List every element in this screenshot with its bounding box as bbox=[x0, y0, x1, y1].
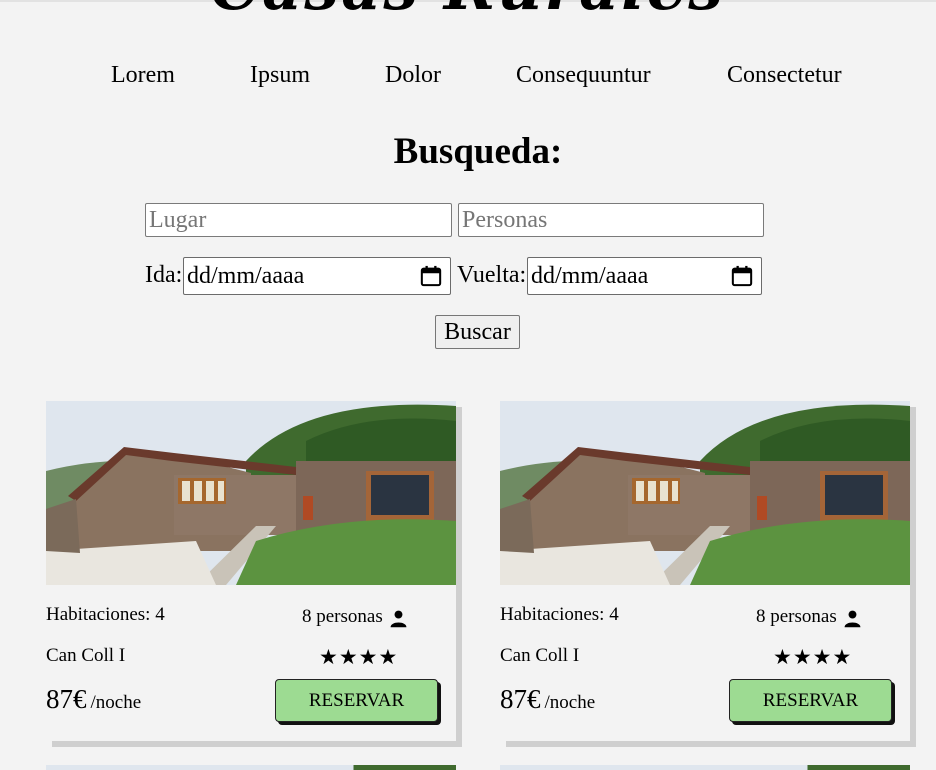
listing-photo[interactable] bbox=[500, 401, 910, 585]
listing-card-partial[interactable] bbox=[500, 765, 910, 770]
person-icon bbox=[390, 610, 407, 628]
price-unit: /noche bbox=[90, 692, 142, 713]
search-button[interactable]: Buscar bbox=[435, 315, 520, 349]
listing-card-partial[interactable] bbox=[46, 765, 456, 770]
nav-item-consectetur[interactable]: Consectetur bbox=[727, 62, 842, 89]
checkin-label: Ida: bbox=[145, 262, 183, 288]
checkin-date-value: dd/mm/aaaa bbox=[187, 263, 305, 289]
rating-stars: ★★★★ bbox=[773, 645, 853, 669]
rating-stars: ★★★★ bbox=[319, 645, 399, 669]
listing-name: Can Coll I bbox=[46, 645, 126, 666]
nav-item-lorem[interactable]: Lorem bbox=[111, 62, 175, 89]
person-icon bbox=[844, 610, 861, 628]
people-input[interactable] bbox=[458, 203, 764, 237]
price-amount: 87€ bbox=[46, 684, 87, 714]
listing-name: Can Coll I bbox=[500, 645, 580, 666]
main-nav: Lorem Ipsum Dolor Consequuntur Consectet… bbox=[0, 62, 936, 92]
rooms-count: Habitaciones: 4 bbox=[500, 604, 619, 625]
listing-price: 87€ /noche bbox=[500, 684, 595, 715]
rooms-count: Habitaciones: 4 bbox=[46, 604, 165, 625]
listing-photo[interactable] bbox=[46, 401, 456, 585]
checkout-label: Vuelta: bbox=[457, 262, 527, 288]
checkout-date-value: dd/mm/aaaa bbox=[531, 263, 649, 289]
nav-item-dolor[interactable]: Dolor bbox=[385, 62, 441, 89]
reserve-button[interactable]: RESERVAR bbox=[729, 679, 892, 722]
site-logo[interactable]: Casas Rurales bbox=[0, 0, 936, 19]
reserve-button[interactable]: RESERVAR bbox=[275, 679, 438, 722]
place-input[interactable] bbox=[145, 203, 452, 237]
price-unit: /noche bbox=[544, 692, 596, 713]
calendar-icon[interactable] bbox=[731, 265, 753, 287]
listing-card: Habitaciones: 4 8 personas Can Coll I ★★… bbox=[500, 401, 910, 741]
calendar-icon[interactable] bbox=[420, 265, 442, 287]
checkout-date-input[interactable]: dd/mm/aaaa bbox=[527, 257, 762, 295]
listing-card: Habitaciones: 4 8 personas Can Coll I ★★… bbox=[46, 401, 456, 741]
nav-item-ipsum[interactable]: Ipsum bbox=[250, 62, 310, 89]
people-count: 8 personas bbox=[302, 606, 383, 627]
checkin-date-input[interactable]: dd/mm/aaaa bbox=[183, 257, 451, 295]
search-title: Busqueda: bbox=[393, 131, 563, 172]
listing-price: 87€ /noche bbox=[46, 684, 141, 715]
nav-item-consequuntur[interactable]: Consequuntur bbox=[516, 62, 651, 89]
people-count: 8 personas bbox=[756, 606, 837, 627]
price-amount: 87€ bbox=[500, 684, 541, 714]
